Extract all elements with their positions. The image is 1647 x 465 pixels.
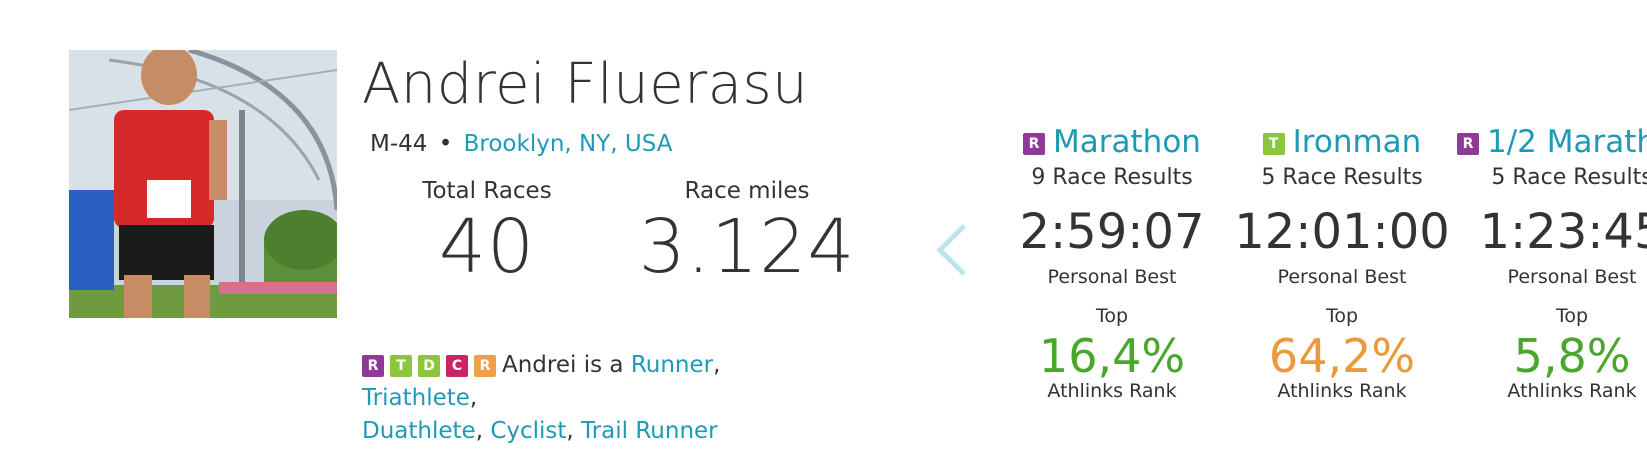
type-link-triathlete[interactable]: Triathlete [362, 385, 470, 411]
type-link-cyclist[interactable]: Cyclist [490, 418, 566, 444]
top-label: Top [1325, 305, 1359, 327]
age-group: M-44 [370, 131, 428, 157]
race-miles-stat: Race miles 3.124 [632, 178, 862, 284]
personal-best-label: Personal Best [1277, 266, 1407, 288]
event-title[interactable]: R 1/2 Marathon [1457, 124, 1647, 160]
athlete-meta: M-44 • Brooklyn, NY, USA [370, 131, 673, 157]
race-miles-label: Race miles [684, 178, 810, 204]
event-card-half-marathon[interactable]: R 1/2 Marathon 5 Race Results 1:23:45 Per… [1457, 124, 1647, 402]
comma: , [713, 352, 721, 378]
personal-best-time: 12:01:00 [1234, 204, 1450, 260]
type-link-duathlete[interactable]: Duathlete [362, 418, 476, 444]
badge-triathlete: T [390, 355, 412, 377]
event-title-text: 1/2 Marathon [1487, 124, 1647, 160]
badge-cyclist: C [446, 355, 468, 377]
comma: , [475, 418, 483, 444]
rank-percent: 16,4% [1038, 329, 1186, 383]
personal-best-label: Personal Best [1047, 266, 1177, 288]
personal-best-label: Personal Best [1507, 266, 1637, 288]
top-label: Top [1095, 305, 1129, 327]
rank-label: Athlinks Rank [1047, 380, 1177, 402]
event-title[interactable]: R Marathon [997, 124, 1227, 160]
personal-best-time: 1:23:45 [1479, 204, 1647, 260]
description-prefix: Andrei is a [502, 352, 624, 378]
badge-trail-runner: R [474, 355, 496, 377]
separator-dot: • [438, 131, 453, 157]
athlete-types: R T D C R Andrei is a Runner, Triathlete, Dua… [362, 349, 832, 448]
event-results-count: 5 Race Results [1491, 165, 1647, 190]
type-link-trail-runner[interactable]: Trail Runner [581, 418, 718, 444]
event-results-count: 9 Race Results [1031, 165, 1193, 190]
rank-label: Athlinks Rank [1277, 380, 1407, 402]
comma: , [469, 385, 478, 411]
event-card-ironman[interactable]: T Ironman 5 Race Results 12:01:00 Persona… [1227, 124, 1457, 402]
rank-label: Athlinks Rank [1507, 380, 1637, 402]
event-badge: T [1262, 133, 1285, 155]
top-label: Top [1555, 305, 1589, 327]
event-card-marathon[interactable]: R Marathon 9 Race Results 2:59:07 Persona… [997, 124, 1227, 402]
event-title-text: Ironman [1292, 124, 1422, 160]
profile-photo [69, 50, 337, 318]
location-link[interactable]: Brooklyn, NY, USA [464, 131, 673, 157]
event-title-text: Marathon [1053, 124, 1201, 160]
event-results-count: 5 Race Results [1261, 165, 1423, 190]
badge-runner: R [362, 355, 384, 377]
total-races-value: 40 [438, 204, 536, 290]
total-races-label: Total Races [422, 178, 552, 204]
event-badge: R [1457, 133, 1479, 155]
race-miles-value: 3.124 [638, 204, 856, 290]
total-races-stat: Total Races 40 [412, 178, 562, 284]
comma: , [566, 418, 574, 444]
rank-percent: 5,8% [1513, 329, 1631, 383]
event-badge: R [1023, 133, 1046, 155]
chevron-left-icon [936, 224, 966, 276]
athlete-name: Andrei Fluerasu [362, 52, 809, 117]
personal-best-time: 2:59:07 [1019, 204, 1205, 260]
prev-button[interactable] [934, 222, 970, 282]
type-link-runner[interactable]: Runner [631, 352, 713, 378]
event-title[interactable]: T Ironman [1227, 124, 1457, 160]
rank-percent: 64,2% [1268, 329, 1416, 383]
badge-duathlete: D [418, 355, 440, 377]
